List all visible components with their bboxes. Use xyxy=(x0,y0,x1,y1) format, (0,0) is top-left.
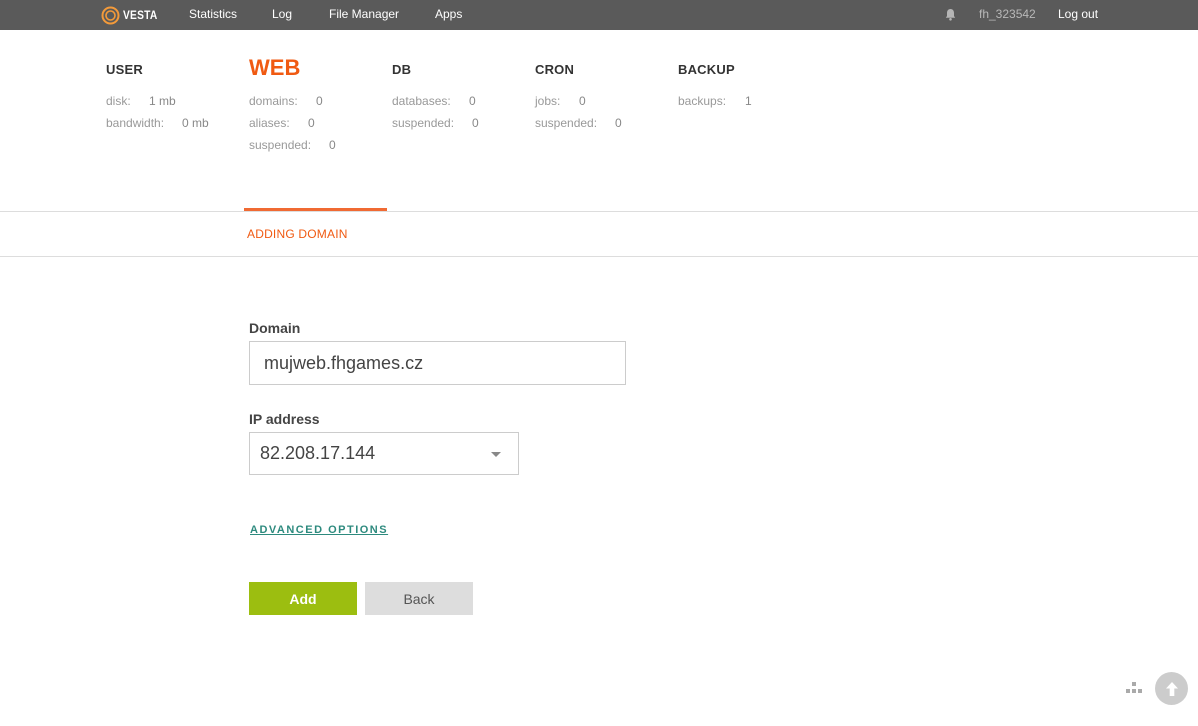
tab-web-title[interactable]: WEB xyxy=(249,55,300,81)
stat-aliases: aliases: 0 xyxy=(249,116,315,130)
ip-address-select[interactable]: 82.208.17.144 xyxy=(249,432,519,475)
domain-label: Domain xyxy=(249,320,301,336)
logout-link[interactable]: Log out xyxy=(1058,7,1098,21)
bell-icon[interactable] xyxy=(945,8,956,26)
stat-value: 0 xyxy=(308,116,315,130)
stat-disk: disk: 1 mb xyxy=(106,94,176,108)
stat-value: 0 xyxy=(329,138,336,152)
stat-label: suspended: xyxy=(249,138,312,152)
divider xyxy=(0,211,1198,212)
stat-domains: domains: 0 xyxy=(249,94,323,108)
top-navigation-bar: VESTA Statistics Log File Manager Apps f… xyxy=(0,0,1198,30)
dropdown-arrow-icon xyxy=(491,452,501,457)
username-link[interactable]: fh_323542 xyxy=(979,7,1036,21)
vesta-logo-icon xyxy=(101,6,120,24)
add-button[interactable]: Add xyxy=(249,582,357,615)
stat-label: disk: xyxy=(106,94,131,108)
stat-value: 0 xyxy=(472,116,479,130)
page-title: ADDING DOMAIN xyxy=(247,227,348,241)
stat-label: suspended: xyxy=(392,116,455,130)
tab-cron-title[interactable]: CRON xyxy=(535,62,574,77)
stat-label: databases: xyxy=(392,94,451,108)
stat-suspended: suspended: 0 xyxy=(392,116,479,130)
ip-address-label: IP address xyxy=(249,411,320,427)
stat-suspended: suspended: 0 xyxy=(249,138,336,152)
stat-value: 0 xyxy=(579,94,586,108)
shortcuts-icon[interactable] xyxy=(1126,682,1142,694)
stat-value: 0 xyxy=(469,94,476,108)
stat-value: 0 xyxy=(615,116,622,130)
tab-db-title[interactable]: DB xyxy=(392,62,411,77)
vesta-logo[interactable]: VESTA xyxy=(101,5,164,25)
stat-databases: databases: 0 xyxy=(392,94,476,108)
tab-user-title[interactable]: USER xyxy=(106,62,143,77)
divider xyxy=(0,256,1198,257)
stat-label: domains: xyxy=(249,94,298,108)
stat-label: jobs: xyxy=(535,94,561,108)
stat-backups: backups: 1 xyxy=(678,94,752,108)
stat-label: bandwidth: xyxy=(106,116,165,130)
ip-address-value: 82.208.17.144 xyxy=(260,443,376,463)
stat-jobs: jobs: 0 xyxy=(535,94,586,108)
scroll-to-top-button[interactable] xyxy=(1155,672,1188,705)
stat-suspended: suspended: 0 xyxy=(535,116,622,130)
nav-log[interactable]: Log xyxy=(272,7,292,21)
nav-statistics[interactable]: Statistics xyxy=(189,7,237,21)
advanced-options-link[interactable]: ADVANCED OPTIONS xyxy=(250,524,388,536)
stat-bandwidth: bandwidth: 0 mb xyxy=(106,116,209,130)
nav-file-manager[interactable]: File Manager xyxy=(329,7,399,21)
stat-label: aliases: xyxy=(249,116,290,130)
tab-backup-title[interactable]: BACKUP xyxy=(678,62,735,77)
back-button[interactable]: Back xyxy=(365,582,473,615)
arrow-up-icon xyxy=(1165,681,1178,696)
domain-input[interactable] xyxy=(249,341,626,385)
stat-label: suspended: xyxy=(535,116,598,130)
stat-label: backups: xyxy=(678,94,727,108)
stat-value: 0 xyxy=(316,94,323,108)
brand-name: VESTA xyxy=(123,8,158,22)
stat-value: 1 mb xyxy=(149,94,176,108)
nav-apps[interactable]: Apps xyxy=(435,7,462,21)
stat-value: 0 mb xyxy=(182,116,209,130)
stat-value: 1 xyxy=(745,94,752,108)
